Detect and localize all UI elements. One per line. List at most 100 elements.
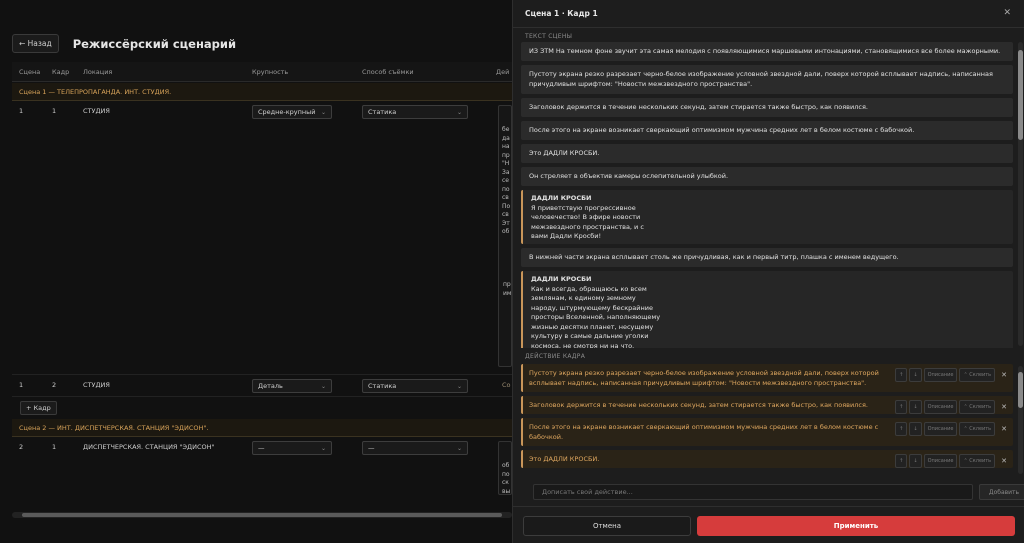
action-item: Пустоту экрана резко разрезает черно-бел…: [521, 364, 1013, 392]
drawer-footer: Отмена Применить: [513, 506, 1024, 543]
merge-button[interactable]: ⌃ Склеить: [959, 368, 996, 382]
shooting-method-select[interactable]: Статика ⌄: [362, 105, 468, 119]
cancel-button[interactable]: Отмена: [523, 516, 691, 536]
shot-size-select[interactable]: Средне-крупный ⌄: [252, 105, 332, 119]
add-action-input[interactable]: [533, 484, 973, 500]
chevron-down-icon: ⌄: [456, 444, 462, 452]
drawer-title: Сцена 1 · Кадр 1: [525, 9, 598, 18]
horizontal-scrollbar[interactable]: [12, 512, 512, 518]
apply-button[interactable]: Применить: [697, 516, 1015, 536]
scene-paragraph[interactable]: Пустоту экрана резко разрезает черно-бел…: [521, 65, 1013, 94]
describe-button[interactable]: Описание: [923, 400, 958, 414]
scene-paragraph[interactable]: Заголовок держится в течение нескольких …: [521, 98, 1013, 117]
action-tools: ↑ ↓ Описание ⌃ Склеить ✕: [895, 422, 1007, 436]
script-table: Сцена Кадр Локация Крупность Способ съём…: [12, 62, 512, 497]
app-root: ← Назад Режиссёрский сценарий Сцена Кадр…: [0, 0, 1024, 543]
scene-group-header: Сцена 1 — ТЕЛЕПРОПАГАНДА. ИНТ. СТУДИЯ.: [12, 83, 512, 101]
merge-button[interactable]: ⌃ Склеить: [959, 400, 996, 414]
shot-size-select[interactable]: — ⌄: [252, 441, 332, 455]
remove-icon[interactable]: ✕: [1001, 370, 1007, 380]
scrollbar-thumb[interactable]: [1018, 50, 1023, 140]
action-tools: ↑ ↓ Описание ⌃ Склеить ✕: [895, 368, 1007, 382]
row-location: СТУДИЯ: [83, 381, 110, 389]
row-frame: 2: [52, 381, 57, 389]
describe-button[interactable]: Описание: [923, 454, 958, 468]
scene-paragraph[interactable]: Он стреляет в объектив камеры ослепитель…: [521, 167, 1013, 186]
shooting-method-value: Статика: [368, 382, 397, 390]
action-list-scrollbar[interactable]: [1018, 366, 1023, 474]
shooting-method-value: —: [368, 444, 375, 452]
dialogue-block[interactable]: ДАДЛИ КРОСБИ Я приветствую прогрессивное …: [521, 190, 1013, 244]
dialogue-text: Как и всегда, обращаюсь ко всем землянам…: [531, 284, 661, 349]
scrollbar-thumb[interactable]: [22, 513, 502, 517]
chevron-down-icon: ⌄: [456, 108, 462, 116]
move-down-button[interactable]: ↓: [909, 400, 922, 414]
action-text: После этого на экране возникает сверкающ…: [529, 423, 879, 441]
paragraph-text: После этого на экране возникает сверкающ…: [529, 126, 915, 134]
row-frame: 1: [52, 443, 57, 451]
move-down-button[interactable]: ↓: [909, 454, 922, 468]
row-scene: 1: [19, 381, 24, 389]
close-icon[interactable]: ✕: [1003, 8, 1011, 18]
action-tools: ↑ ↓ Описание ⌃ Склеить ✕: [895, 454, 1007, 468]
add-frame-row: + Кадр: [12, 397, 512, 419]
action-item: После этого на экране возникает сверкающ…: [521, 418, 1013, 446]
speaker-name: ДАДЛИ КРОСБИ: [531, 194, 592, 202]
chevron-down-icon: ⌄: [456, 382, 462, 390]
scene-paragraph[interactable]: ИЗ ЗТМ На темном фоне звучит эта самая м…: [521, 42, 1013, 61]
action-text: Заголовок держится в течение нескольких …: [529, 401, 868, 409]
move-up-button[interactable]: ↑: [895, 368, 908, 382]
scene-paragraph[interactable]: В нижней части экрана всплывает столь же…: [521, 248, 1013, 267]
frame-action-label: ДЕЙСТВИЕ КАДРА: [525, 353, 586, 360]
describe-button[interactable]: Описание: [923, 368, 958, 382]
paragraph-text: Это ДАДЛИ КРОСБИ.: [529, 149, 600, 157]
row-location: СТУДИЯ: [83, 107, 110, 115]
paragraph-text: В нижней части экрана всплывает столь же…: [529, 253, 899, 261]
describe-button[interactable]: Описание: [923, 422, 958, 436]
col-location: Локация: [83, 68, 113, 76]
action-tools: ↑ ↓ Описание ⌃ Склеить ✕: [895, 400, 1007, 414]
shooting-method-select[interactable]: — ⌄: [362, 441, 468, 455]
action-snippet: Пу бе да на пр "Н За се по св По св Эт о…: [502, 126, 511, 235]
paragraph-text: Он стреляет в объектив камеры ослепитель…: [529, 172, 729, 180]
col-scene: Сцена: [19, 68, 41, 76]
remove-icon[interactable]: ✕: [1001, 456, 1007, 466]
scrollbar-thumb[interactable]: [1018, 372, 1023, 408]
table-row: 1 1 СТУДИЯ Средне-крупный ⌄ Статика ⌄ Пу…: [12, 101, 512, 375]
scene-paragraph[interactable]: После этого на экране возникает сверкающ…: [521, 121, 1013, 140]
shooting-method-select[interactable]: Статика ⌄: [362, 379, 468, 393]
page-title: Режиссёрский сценарий: [72, 36, 237, 51]
move-up-button[interactable]: ↑: [895, 400, 908, 414]
back-button[interactable]: ← Назад: [12, 34, 59, 53]
move-down-button[interactable]: ↓: [909, 422, 922, 436]
action-item: Это ДАДЛИ КРОСБИ. ↑ ↓ Описание ⌃ Склеить…: [521, 450, 1013, 468]
scene-group-header: Сцена 2 — ИНТ. ДИСПЕТЧЕРСКАЯ. СТАНЦИЯ "Э…: [12, 419, 512, 437]
frame-editor-drawer: Сцена 1 · Кадр 1 ✕ ТЕКСТ СЦЕНЫ ИЗ ЗТМ На…: [512, 0, 1024, 543]
action-snippet-2: В н пр им: [503, 281, 512, 297]
action-text: Это ДАДЛИ КРОСБИ.: [529, 455, 600, 463]
remove-icon[interactable]: ✕: [1001, 402, 1007, 412]
scene-text-scrollbar[interactable]: [1018, 42, 1023, 346]
merge-button[interactable]: ⌃ Склеить: [959, 454, 996, 468]
action-textbox[interactable]: В д об по ск вы та этс: [498, 441, 512, 495]
col-shot-size: Крупность: [252, 68, 289, 76]
merge-button[interactable]: ⌃ Склеить: [959, 422, 996, 436]
dialogue-block[interactable]: ДАДЛИ КРОСБИ Как и всегда, обращаюсь ко в…: [521, 271, 1013, 348]
action-textbox[interactable]: Пу бе да на пр "Н За се по св По св Эт о…: [498, 105, 512, 367]
scene-paragraph[interactable]: Это ДАДЛИ КРОСБИ.: [521, 144, 1013, 163]
paragraph-text: Пустоту экрана резко разрезает черно-бел…: [529, 70, 993, 88]
move-up-button[interactable]: ↑: [895, 422, 908, 436]
add-frame-button[interactable]: + Кадр: [20, 401, 57, 415]
move-down-button[interactable]: ↓: [909, 368, 922, 382]
table-row: 2 1 ДИСПЕТЧЕРСКАЯ. СТАНЦИЯ "ЭДИСОН" — ⌄ …: [12, 437, 512, 497]
action-snippet: Со: [502, 381, 511, 389]
add-action-button[interactable]: Добавить: [979, 484, 1024, 500]
action-snippet: В д об по ск вы та этс: [502, 462, 511, 495]
speaker-name: ДАДЛИ КРОСБИ: [531, 275, 592, 283]
paragraph-text: Заголовок держится в течение нескольких …: [529, 103, 868, 111]
shot-size-select[interactable]: Деталь ⌄: [252, 379, 332, 393]
move-up-button[interactable]: ↑: [895, 454, 908, 468]
table-header: Сцена Кадр Локация Крупность Способ съём…: [12, 62, 512, 82]
chevron-down-icon: ⌄: [320, 108, 326, 116]
remove-icon[interactable]: ✕: [1001, 424, 1007, 434]
